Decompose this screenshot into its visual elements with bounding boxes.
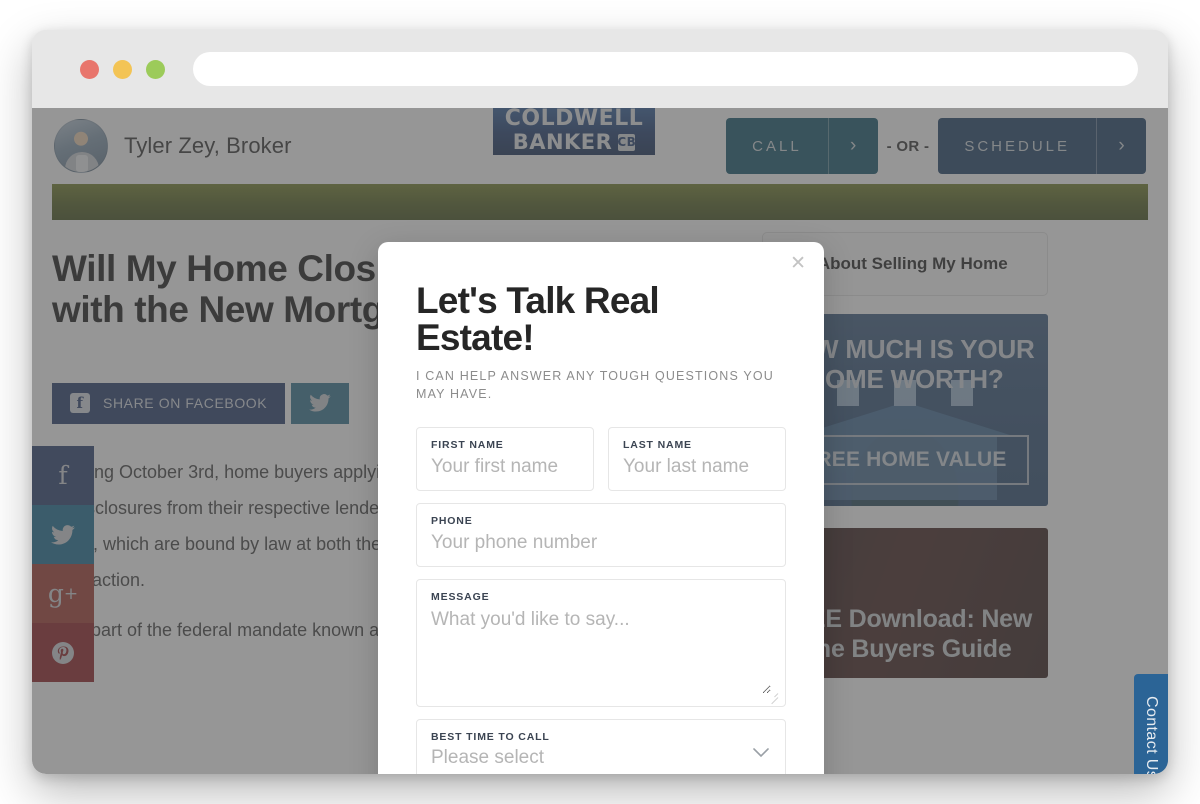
address-bar[interactable] bbox=[193, 52, 1138, 86]
minimize-window-button[interactable] bbox=[113, 59, 132, 79]
phone-input[interactable] bbox=[431, 532, 771, 555]
browser-chrome-bar bbox=[32, 30, 1168, 108]
name-fields-row: FIRST NAME LAST NAME bbox=[416, 427, 786, 492]
close-icon[interactable]: ✕ bbox=[790, 254, 806, 273]
first-name-field[interactable]: FIRST NAME bbox=[416, 427, 594, 492]
contact-us-tab-label: Contact Us! bbox=[1143, 696, 1160, 774]
last-name-field[interactable]: LAST NAME bbox=[608, 427, 786, 492]
message-textarea[interactable] bbox=[431, 608, 771, 695]
window-traffic-lights bbox=[80, 59, 165, 79]
phone-field[interactable]: PHONE bbox=[416, 503, 786, 568]
chevron-down-icon bbox=[753, 747, 769, 757]
last-name-input[interactable] bbox=[623, 456, 771, 479]
first-name-input[interactable] bbox=[431, 456, 579, 479]
phone-label: PHONE bbox=[431, 515, 473, 528]
lead-capture-modal: ✕ Let's Talk Real Estate! I CAN HELP ANS… bbox=[378, 242, 824, 774]
page-viewport: Tyler Zey, Broker COLDWELL BANKER CB CAL… bbox=[32, 108, 1168, 774]
contact-us-tab[interactable]: Contact Us! bbox=[1134, 674, 1168, 774]
maximize-window-button[interactable] bbox=[146, 59, 165, 79]
last-name-label: LAST NAME bbox=[623, 439, 692, 452]
best-time-to-call-field[interactable]: BEST TIME TO CALL Please select bbox=[416, 719, 786, 774]
message-label: MESSAGE bbox=[431, 591, 490, 604]
first-name-label: FIRST NAME bbox=[431, 439, 504, 452]
modal-title: Let's Talk Real Estate! bbox=[416, 280, 660, 358]
close-window-button[interactable] bbox=[80, 59, 99, 79]
best-time-to-call-label: BEST TIME TO CALL bbox=[431, 731, 550, 744]
modal-subtitle: I CAN HELP ANSWER ANY TOUGH QUESTIONS YO… bbox=[416, 369, 774, 402]
browser-window: Tyler Zey, Broker COLDWELL BANKER CB CAL… bbox=[32, 30, 1168, 774]
best-time-to-call-value: Please select bbox=[431, 747, 545, 769]
message-field[interactable]: MESSAGE bbox=[416, 579, 786, 708]
resize-handle-icon[interactable] bbox=[769, 691, 778, 700]
